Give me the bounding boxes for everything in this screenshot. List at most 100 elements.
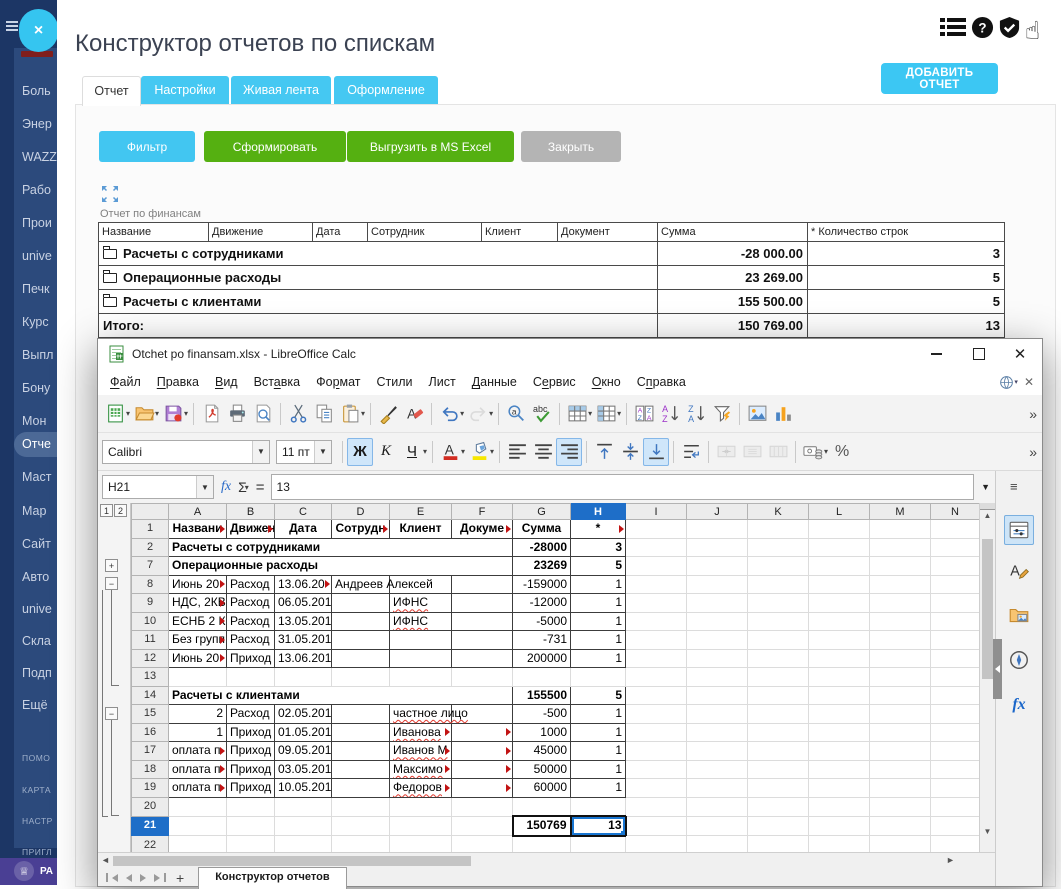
cell-D19[interactable]: [332, 779, 390, 798]
insert-column-button[interactable]: [593, 400, 619, 428]
chevron-down-icon[interactable]: ▼: [252, 441, 269, 463]
cell-E17[interactable]: Иванов М: [390, 742, 452, 761]
cell-B15[interactable]: Расход: [227, 705, 275, 724]
cell-M11[interactable]: [870, 631, 931, 650]
cell-F11[interactable]: [452, 631, 513, 650]
cell-B17[interactable]: Приход: [227, 742, 275, 761]
outline-level-2[interactable]: 2: [114, 504, 127, 517]
cell-N18[interactable]: [931, 760, 980, 779]
cell-H10[interactable]: 1: [571, 612, 626, 631]
cell-E20[interactable]: [390, 797, 452, 816]
cell-B8[interactable]: Расход: [227, 575, 275, 594]
cell-L13[interactable]: [809, 668, 870, 687]
cell-E16[interactable]: Иванова: [390, 723, 452, 742]
cell-C17[interactable]: 09.05.2019: [275, 742, 332, 761]
cell-A22[interactable]: [169, 836, 227, 853]
expand-report-icon[interactable]: [100, 184, 120, 204]
cell-I14[interactable]: [626, 686, 687, 705]
cell-M1[interactable]: [870, 520, 931, 539]
row-header-17[interactable]: 17: [132, 742, 169, 761]
cell-C13[interactable]: [275, 668, 332, 687]
cell-I22[interactable]: [626, 836, 687, 853]
cell-H14[interactable]: 5: [571, 686, 626, 705]
cell-E10[interactable]: ИФНС: [390, 612, 452, 631]
tab-2[interactable]: Настройки: [141, 76, 229, 104]
cell-L10[interactable]: [809, 612, 870, 631]
tab-4[interactable]: Оформление: [334, 76, 438, 104]
cell-H17[interactable]: 1: [571, 742, 626, 761]
sidebar-item-9[interactable]: Выпл: [22, 348, 57, 362]
horizontal-scroll-thumb[interactable]: [113, 856, 471, 866]
row-header-20[interactable]: 20: [132, 797, 169, 816]
cell-D17[interactable]: [332, 742, 390, 761]
cut-button[interactable]: [285, 400, 311, 428]
cell-J18[interactable]: [687, 760, 748, 779]
cell-A18[interactable]: оплата п: [169, 760, 227, 779]
cell-E11[interactable]: [390, 631, 452, 650]
cell-C8[interactable]: 13.06.20: [275, 575, 332, 594]
last-sheet-icon[interactable]: [150, 873, 166, 882]
merge-cells-button[interactable]: [713, 438, 739, 466]
language-globe-icon[interactable]: ▾: [999, 375, 1018, 390]
sidebar-item-16[interactable]: Авто: [22, 570, 57, 584]
chevron-down-icon[interactable]: ▼: [314, 441, 331, 463]
report-group-row-2[interactable]: Операционные расходы23 269.005: [99, 266, 1005, 290]
cell-N11[interactable]: [931, 631, 980, 650]
menu-10[interactable]: Окно: [584, 375, 629, 389]
formula-input[interactable]: 13: [271, 474, 975, 500]
cell-N17[interactable]: [931, 742, 980, 761]
cell-G16[interactable]: 1000: [513, 723, 571, 742]
find-replace-button[interactable]: a: [503, 400, 529, 428]
menu-8[interactable]: Данные: [464, 375, 525, 389]
sidebar-footer-item-3[interactable]: НАСТР: [22, 816, 57, 826]
paste-dropdown-icon[interactable]: ▾: [361, 409, 365, 418]
cell-E22[interactable]: [390, 836, 452, 853]
cell-M7[interactable]: [870, 557, 931, 576]
cell-N9[interactable]: [931, 594, 980, 613]
cell-M10[interactable]: [870, 612, 931, 631]
security-shield-icon[interactable]: [998, 16, 1021, 44]
cell-J8[interactable]: [687, 575, 748, 594]
cell-N22[interactable]: [931, 836, 980, 853]
cell-N15[interactable]: [931, 705, 980, 724]
sidebar-item-19[interactable]: Подп: [22, 666, 57, 680]
cell-A13[interactable]: [169, 668, 227, 687]
cell-D9[interactable]: [332, 594, 390, 613]
row-header-15[interactable]: 15: [132, 705, 169, 724]
cell-C15[interactable]: 02.05.2019: [275, 705, 332, 724]
align-bottom-button[interactable]: [643, 438, 669, 466]
cell-N2[interactable]: [931, 538, 980, 557]
sidebar-item-6[interactable]: unive: [22, 249, 57, 263]
clear-formatting-button[interactable]: A: [401, 400, 427, 428]
cell-I7[interactable]: [626, 557, 687, 576]
open-file-button[interactable]: [131, 400, 157, 428]
cell-I9[interactable]: [626, 594, 687, 613]
cell-L18[interactable]: [809, 760, 870, 779]
underline-dropdown-icon[interactable]: ▾: [423, 447, 427, 456]
wrap-text-button[interactable]: [678, 438, 704, 466]
close-window-button[interactable]: ✕: [1000, 339, 1040, 369]
cell-K15[interactable]: [748, 705, 809, 724]
upgrade-bar[interactable]: ♕ РА: [0, 858, 57, 885]
cell-D20[interactable]: [332, 797, 390, 816]
cell-D16[interactable]: [332, 723, 390, 742]
row-header-14[interactable]: 14: [132, 686, 169, 705]
column-header-A[interactable]: A: [169, 504, 227, 520]
cell-F16[interactable]: [452, 723, 513, 742]
cell-J21[interactable]: [687, 816, 748, 836]
insert-column-dropdown-icon[interactable]: ▾: [617, 409, 621, 418]
cell-K20[interactable]: [748, 797, 809, 816]
cell-A7[interactable]: Операционные расходы: [169, 557, 513, 576]
cell-B1[interactable]: Движен: [227, 520, 275, 539]
column-header-M[interactable]: M: [870, 504, 931, 520]
sidebar-item-17[interactable]: unive: [22, 602, 57, 616]
sidebar-item-1[interactable]: Боль: [22, 84, 57, 98]
cell-M13[interactable]: [870, 668, 931, 687]
cell-A19[interactable]: оплата п: [169, 779, 227, 798]
cell-K2[interactable]: [748, 538, 809, 557]
cell-E1[interactable]: Клиент: [390, 520, 452, 539]
cell-A14[interactable]: Расчеты с клиентами: [169, 686, 513, 705]
cell-N7[interactable]: [931, 557, 980, 576]
cell-J17[interactable]: [687, 742, 748, 761]
cell-H22[interactable]: [571, 836, 626, 853]
